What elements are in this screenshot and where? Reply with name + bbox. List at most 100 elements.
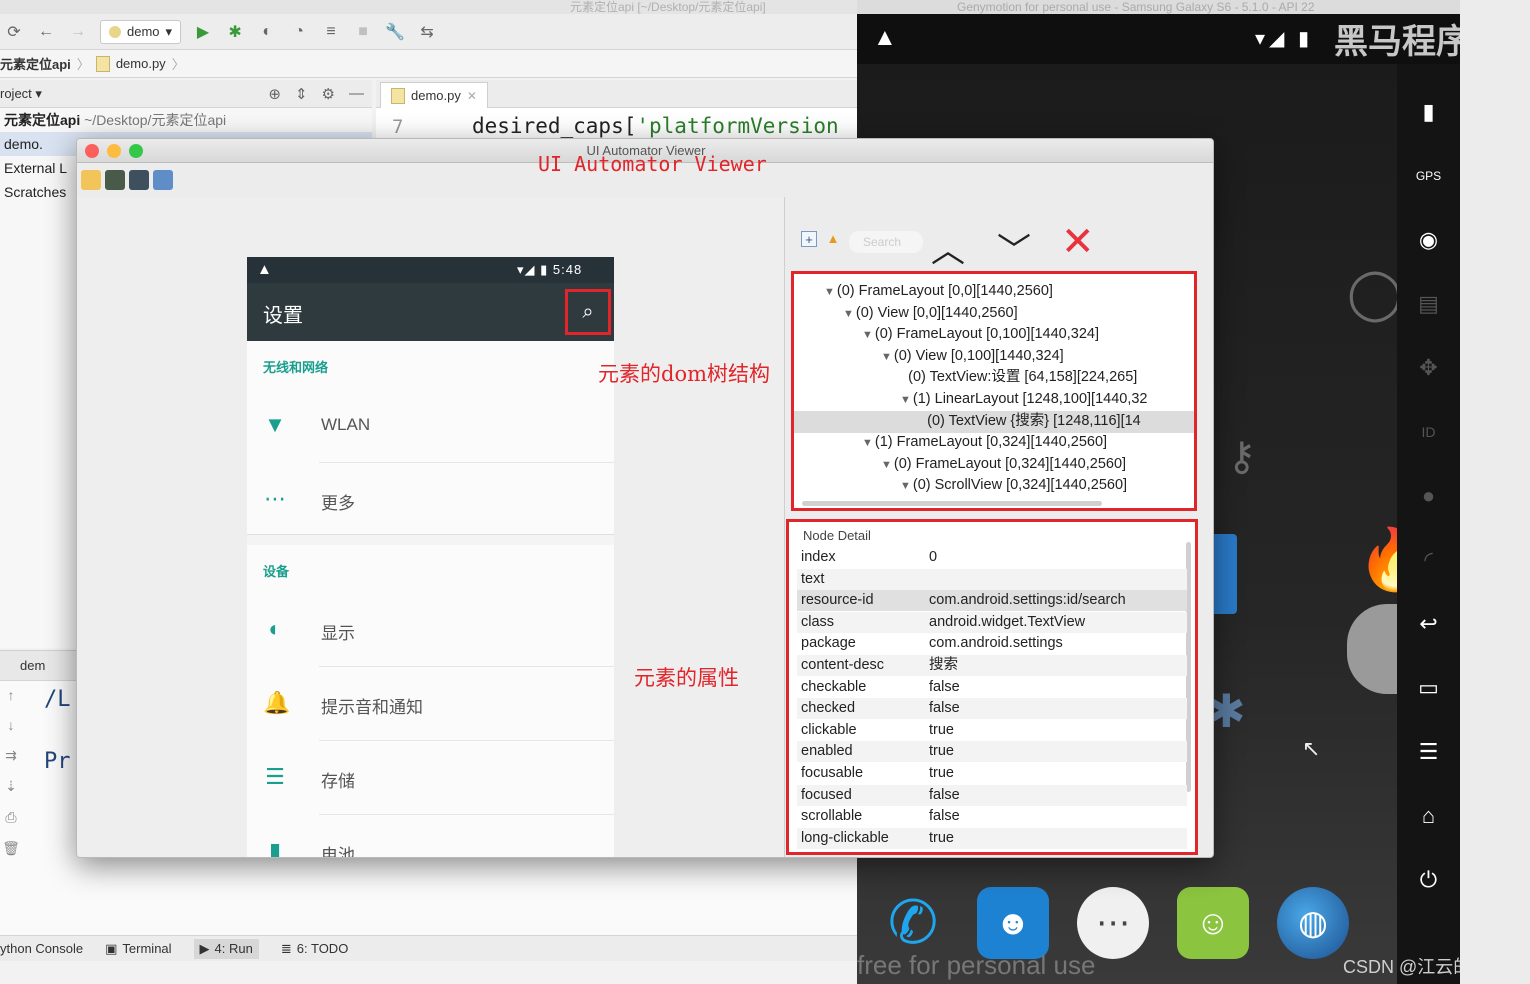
tab-terminal[interactable]: ▣ Terminal [105,941,171,957]
next-result-icon[interactable]: ﹀ [997,223,1031,272]
menu-icon[interactable]: ☰ [1411,732,1447,772]
build-icon[interactable]: ≡ [321,23,341,41]
device-screenshot[interactable]: ▲ ▾◢ ▮ 5:48 设置 ⌕ 无线和网络 ▼ WLAN ⋯ 更多 设备 ◐ … [247,257,614,858]
settings-item-battery[interactable]: ▮ 电池 [247,815,614,858]
forward-arrow-icon[interactable]: → [68,23,88,41]
identity-icon[interactable]: ● [1411,476,1447,516]
project-panel-title[interactable]: roject ▾ [0,86,268,102]
expand-toggle-icon[interactable]: ▼ [900,480,911,492]
device-screenshot-icon[interactable] [105,170,125,190]
tree-node[interactable]: ▼ (0) ScrollView [0,324][1440,2560] [900,474,1127,496]
camera-icon[interactable]: ◉ [1411,220,1447,260]
project-root-row[interactable]: 元素定位api ~/Desktop/元素定位api [0,108,372,132]
run-icon[interactable]: ▶ [193,22,213,42]
detail-row-checkable[interactable]: checkable false [797,677,1187,698]
tree-node[interactable]: ▼ (0) FrameLayout [0,324][1440,2560] [881,453,1126,475]
tree-node[interactable]: ▼ (0) FrameLayout [0,0][1440,2560] [824,280,1053,302]
settings-item-sound[interactable]: 🔔 提示音和通知 [247,667,614,741]
detail-row-package[interactable]: package com.android.settings [797,633,1187,654]
expand-toggle-icon[interactable]: ▼ [900,394,911,406]
video-icon[interactable]: ▤ [1411,284,1447,324]
gear-icon[interactable]: ⚙ [322,85,335,103]
dpad-icon[interactable]: ✥ [1411,348,1447,388]
expand-toggle-icon[interactable]: ▼ [843,308,854,320]
detail-row-class[interactable]: class android.widget.TextView [797,611,1187,633]
expand-toggle-icon[interactable]: ▼ [862,329,873,341]
expand-toggle-icon[interactable]: ▼ [881,351,892,363]
phone-icon[interactable]: ✆ [877,887,949,959]
tab-python-console[interactable]: ython Console [0,941,83,956]
coverage-icon[interactable]: ◐ [257,23,277,41]
settings-item-storage[interactable]: ☰ 存储 [247,741,614,815]
tree-node[interactable]: ▼ (0) View [0,100][1440,324] [881,345,1064,367]
detail-row-checked[interactable]: checked false [797,698,1187,720]
profile-icon[interactable]: ◔ [289,23,309,41]
up-arrow-icon[interactable]: ↑ [8,687,15,703]
detail-row-text[interactable]: text [797,568,1187,590]
settings-item-display[interactable]: ◐ 显示 [247,593,614,667]
back-icon[interactable]: ↩ [1411,604,1447,644]
breadcrumb-file[interactable]: demo.py [116,56,166,71]
detail-row-focused[interactable]: focused false [797,784,1187,806]
close-icon[interactable]: ✕ [467,89,477,103]
wrench-icon[interactable]: 🔧 [385,22,405,42]
rss-icon[interactable]: ◜ [1411,540,1447,580]
stop-icon[interactable]: ■ [353,23,373,41]
battery-icon[interactable]: ▮ [1411,92,1447,132]
open-folder-icon[interactable] [81,170,101,190]
horizontal-scrollbar[interactable] [802,501,1102,506]
tab-demo-py[interactable]: demo.py ✕ [380,82,488,108]
hide-icon[interactable]: — [349,85,364,103]
id-icon[interactable]: ID [1411,412,1447,452]
run-config-select[interactable]: demo ▾ [100,19,182,44]
expand-all-icon[interactable]: + [801,231,817,247]
tree-node[interactable]: (0) TextView {搜索} [1248,116][14 [919,410,1141,432]
locate-icon[interactable]: ⊕ [268,85,281,103]
browser-icon[interactable]: ◍ [1277,887,1349,959]
settings-item-more[interactable]: ⋯ 更多 [247,463,614,537]
clear-search-icon[interactable]: ✕ [1061,219,1095,265]
warning-icon[interactable]: ▲ [825,231,841,247]
soft-wrap-icon[interactable]: ⇉ [5,747,17,764]
search-icon[interactable]: ⌕ [565,289,611,335]
scroll-end-icon[interactable]: ⇣ [5,778,17,795]
detail-row-long-clickable[interactable]: long-clickable true [797,827,1187,849]
trash-icon[interactable]: 🗑 [2,840,20,857]
save-icon[interactable] [153,170,173,190]
tab-run[interactable]: ▶ 4: Run [193,938,259,959]
sync-icon[interactable]: ⟳ [4,22,24,42]
tab-todo[interactable]: ≣ 6: TODO [281,941,348,957]
power-icon[interactable]: ⏻ [1411,860,1447,900]
previous-result-icon[interactable]: ︿ [931,223,965,272]
settings-item-wlan[interactable]: ▼ WLAN [247,389,614,463]
home-icon[interactable]: ⌂ [1411,796,1447,836]
print-icon[interactable]: ⎙ [5,809,16,826]
detail-row-scrollable[interactable]: scrollable false [797,806,1187,827]
device-screenshot-compressed-icon[interactable] [129,170,149,190]
messaging-icon[interactable]: ☺ [1177,887,1249,959]
recent-apps-icon[interactable]: ▭ [1411,668,1447,708]
detail-row-clickable[interactable]: clickable true [797,720,1187,741]
translate-icon[interactable]: ⇆ [417,22,437,42]
back-arrow-icon[interactable]: ← [36,23,56,41]
tree-node[interactable]: ▼ (0) View [0,0][1440,2560] [843,302,1018,324]
tree-node[interactable]: ▼ (1) LinearLayout [1248,100][1440,32 [900,388,1148,410]
breadcrumb-project[interactable]: 元素定位api [0,54,71,73]
down-arrow-icon[interactable]: ↓ [8,717,15,733]
search-input[interactable]: Search [849,231,923,253]
collapse-icon[interactable]: ⇕ [295,85,308,103]
detail-row-focusable[interactable]: focusable true [797,763,1187,784]
detail-row-enabled[interactable]: enabled true [797,741,1187,763]
tree-node[interactable]: (0) TextView:设置 [64,158][224,265] [900,366,1137,388]
expand-toggle-icon[interactable]: ▼ [862,437,873,449]
detail-row-content-desc[interactable]: content-desc 搜索 [797,655,1187,676]
expand-toggle-icon[interactable]: ▼ [824,286,835,298]
expand-toggle-icon[interactable]: ▼ [881,459,892,471]
tree-node[interactable]: ▼ (0) FrameLayout [0,100][1440,324] [862,323,1099,345]
tree-node[interactable]: ▼ (1) FrameLayout [0,324][1440,2560] [862,431,1107,453]
app-drawer-icon[interactable]: ⋯ [1077,887,1149,959]
detail-row-index[interactable]: index 0 [797,547,1187,568]
debug-icon[interactable]: ✱ [225,22,245,42]
detail-row-resource-id[interactable]: resource-id com.android.settings:id/searc… [797,590,1187,612]
gps-icon[interactable]: GPS [1411,156,1447,196]
